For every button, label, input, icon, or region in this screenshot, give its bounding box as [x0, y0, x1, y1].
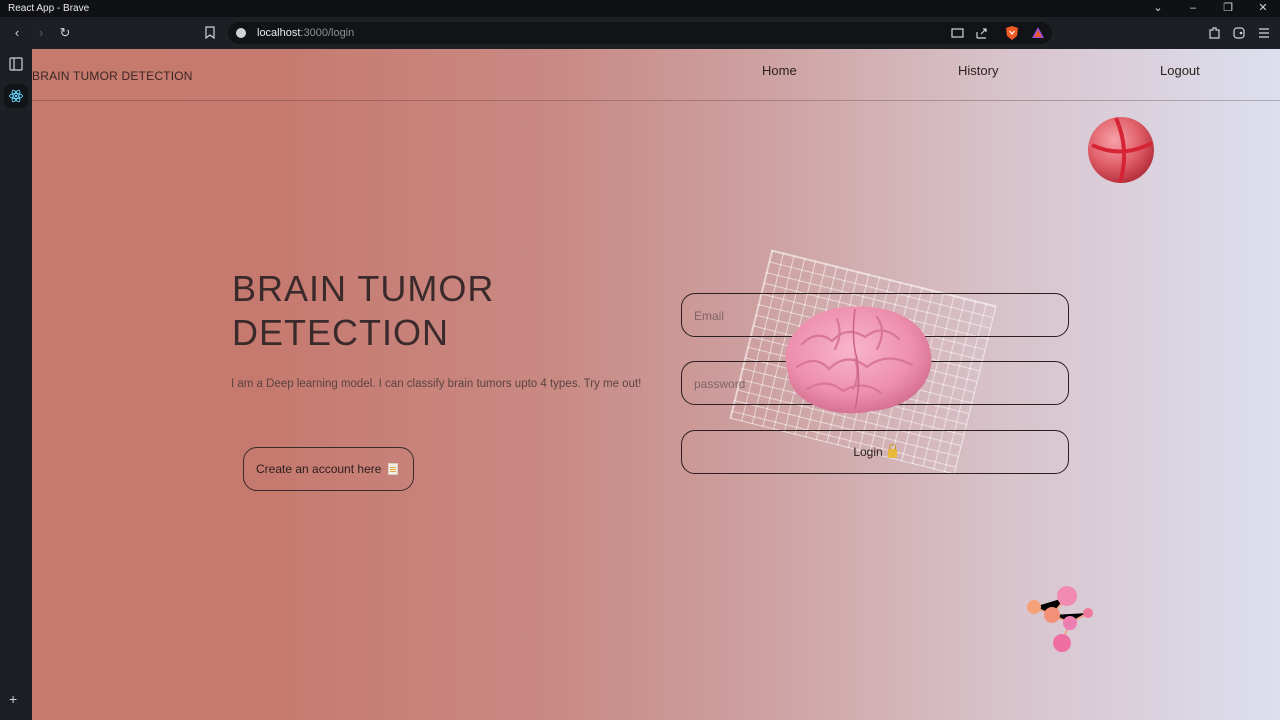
forward-icon[interactable]: ›: [33, 25, 49, 41]
tumor-ball-image: [1088, 117, 1154, 183]
page: BRAIN TUMOR DETECTION Home History Logou…: [32, 49, 1280, 720]
create-account-button[interactable]: Create an account here: [243, 447, 414, 491]
back-icon[interactable]: ‹: [9, 25, 25, 41]
login-button[interactable]: Login: [681, 430, 1069, 474]
doc-icon: [388, 463, 399, 475]
brand-logo-text[interactable]: BRAIN TUMOR DETECTION: [32, 69, 193, 83]
window-titlebar: React App - Brave ⌄ – ❐ ✕: [0, 0, 1280, 17]
navbar-divider: [32, 100, 1280, 101]
hero-title-line2: DETECTION: [232, 312, 450, 353]
login-label: Login: [853, 445, 883, 459]
brave-rewards-icon[interactable]: [1030, 25, 1046, 41]
create-account-label: Create an account here: [256, 462, 382, 476]
url-text[interactable]: localhost:3000/login: [257, 27, 354, 39]
lock-icon: [887, 444, 897, 458]
share-icon[interactable]: [974, 25, 990, 41]
window-title: React App - Brave: [8, 3, 90, 14]
hero-title-line1: BRAIN TUMOR: [232, 268, 495, 309]
react-icon: [9, 89, 23, 103]
browser-toolbar: ‹ › ↻ localhost:3000/login: [0, 17, 1280, 49]
url-path: :3000/login: [300, 27, 355, 39]
restore-icon[interactable]: ❐: [1218, 1, 1238, 16]
extensions-icon[interactable]: [1207, 25, 1223, 41]
address-bar[interactable]: localhost:3000/login: [228, 22, 1052, 44]
brave-shields-icon[interactable]: [1004, 25, 1020, 41]
brain-image: [785, 306, 932, 414]
wallet-icon[interactable]: [1231, 25, 1247, 41]
password-placeholder: password: [694, 377, 746, 391]
nav-home-link[interactable]: Home: [762, 63, 797, 78]
add-panel-icon[interactable]: +: [9, 691, 17, 707]
site-info-icon[interactable]: [236, 28, 246, 38]
close-icon[interactable]: ✕: [1253, 1, 1273, 16]
reload-icon[interactable]: ↻: [57, 25, 73, 41]
nav-history-link[interactable]: History: [958, 63, 998, 78]
bookmark-icon[interactable]: [205, 26, 215, 39]
minimize-icon[interactable]: –: [1183, 1, 1203, 16]
hero-title: BRAIN TUMOR DETECTION: [232, 267, 592, 355]
react-tab[interactable]: [4, 84, 28, 108]
chevron-down-icon[interactable]: ⌄: [1148, 1, 1168, 16]
menu-icon[interactable]: [1256, 25, 1272, 41]
email-placeholder: Email: [694, 309, 725, 323]
molecule-image: [1027, 586, 1093, 652]
nav-logout-link[interactable]: Logout: [1160, 63, 1200, 78]
hero-subtitle: I am a Deep learning model. I can classi…: [231, 378, 642, 390]
sidebar-toggle-icon[interactable]: [8, 56, 24, 72]
browser-sidebar: +: [0, 49, 32, 720]
url-host: localhost: [257, 27, 301, 39]
cast-icon[interactable]: [950, 25, 966, 41]
